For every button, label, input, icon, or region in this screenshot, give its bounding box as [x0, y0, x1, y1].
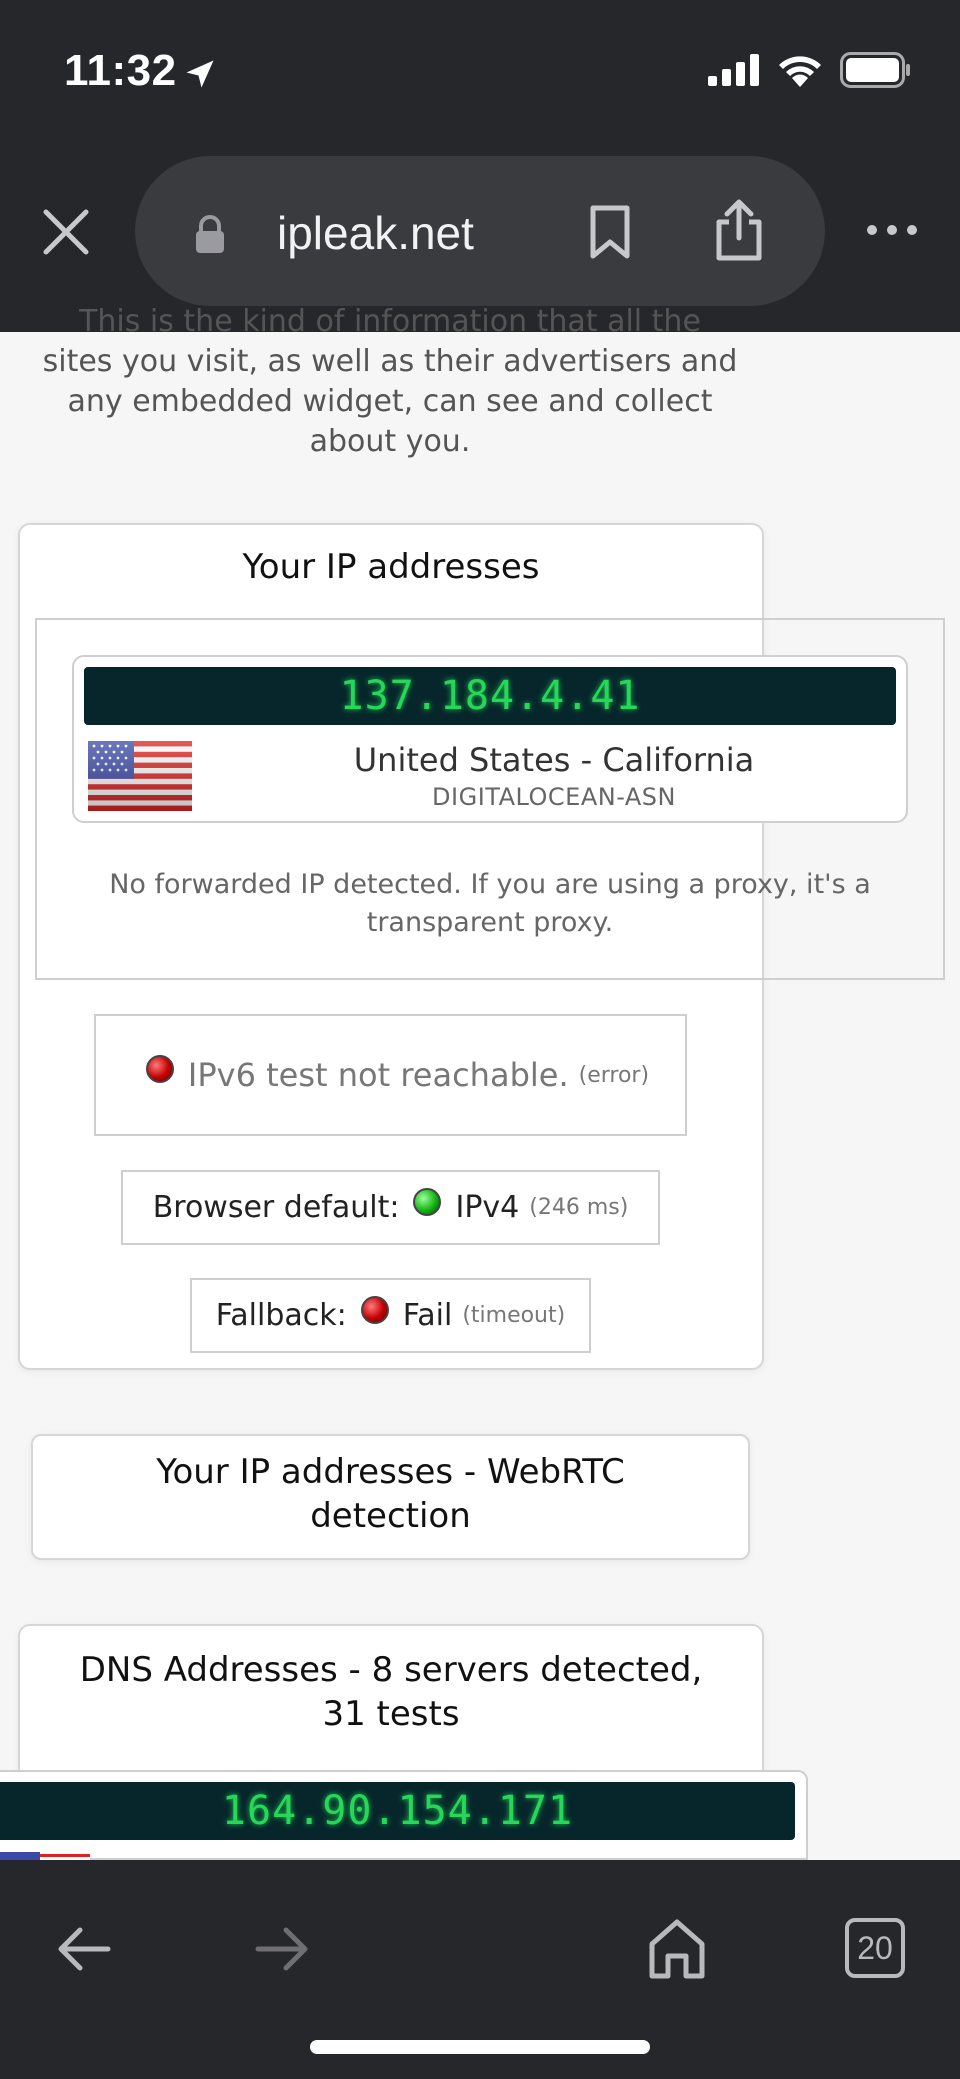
forwarded-ip-note: No forwarded IP detected. If you are usi…	[60, 866, 920, 942]
back-icon[interactable]	[56, 1926, 112, 1972]
browser-default-note: (246 ms)	[529, 1195, 629, 1220]
red-status-dot-icon	[360, 1295, 389, 1324]
ip-panel: 137.184.4.41 United States - California …	[72, 655, 908, 823]
battery-icon	[840, 52, 910, 88]
webrtc-title-line-2: detection	[310, 1496, 471, 1536]
ipv6-test-text: IPv6 test not reachable.	[187, 1056, 569, 1094]
ip-card-title: Your IP addresses	[242, 547, 540, 587]
fallback-value: Fail	[402, 1298, 453, 1333]
share-icon[interactable]	[713, 198, 765, 262]
ipv6-test-box: IPv6 test not reachable. (error)	[94, 1014, 687, 1136]
dns-ip-display[interactable]: 164.90.154.171	[0, 1782, 795, 1840]
browser-top-bar: 11:32 ipleak.net	[0, 0, 960, 332]
browser-default-box: Browser default: IPv4 (246 ms)	[121, 1170, 660, 1245]
ip-address-display[interactable]: 137.184.4.41	[84, 667, 896, 725]
red-status-dot-icon	[145, 1055, 174, 1083]
ip-location: United States - California	[353, 741, 755, 779]
browser-default-label: Browser default:	[152, 1190, 400, 1225]
home-icon[interactable]	[648, 1918, 706, 1980]
status-icons	[708, 52, 912, 88]
browser-default-value: IPv4	[455, 1190, 520, 1225]
intro-line-3: about you.	[309, 424, 471, 459]
home-indicator[interactable]	[310, 2040, 650, 2054]
webrtc-title-line-1: Your IP addresses - WebRTC	[156, 1452, 625, 1492]
intro-line-2: any embedded widget, can see and collect	[67, 384, 713, 419]
dns-title-line-2: 31 tests	[322, 1694, 460, 1734]
more-icon[interactable]	[866, 220, 918, 240]
close-icon[interactable]	[40, 206, 92, 258]
fallback-box: Fallback: Fail (timeout)	[190, 1278, 591, 1353]
dns-card-title: DNS Addresses - 8 servers detected, 31 t…	[20, 1648, 762, 1736]
browser-bottom-bar: 20	[0, 1860, 960, 2079]
status-time: 11:32	[64, 46, 177, 95]
ip-isp: DIGITALOCEAN-ASN	[432, 783, 676, 811]
intro-line-0: This is the kind of information that all…	[79, 304, 701, 339]
webrtc-card[interactable]: Your IP addresses - WebRTC detection	[31, 1434, 750, 1560]
forwarded-line-1: No forwarded IP detected. If you are usi…	[109, 869, 871, 900]
tabs-button[interactable]: 20	[845, 1918, 905, 1978]
url-text: ipleak.net	[277, 207, 474, 259]
lock-icon	[196, 215, 224, 253]
dns-title-line-1: DNS Addresses - 8 servers detected,	[79, 1650, 703, 1690]
green-status-dot-icon	[413, 1187, 442, 1216]
fallback-label: Fallback:	[215, 1298, 347, 1333]
ipv6-test-note: (error)	[578, 1062, 650, 1088]
intro-text: This is the kind of information that all…	[0, 302, 780, 462]
forwarded-line-2: transparent proxy.	[366, 907, 614, 938]
forward-icon[interactable]	[254, 1926, 310, 1972]
url-bar[interactable]: ipleak.net	[135, 156, 825, 306]
wifi-icon	[779, 56, 821, 87]
webrtc-card-title: Your IP addresses - WebRTC detection	[33, 1450, 748, 1538]
dns-ip-panel: 164.90.154.171	[0, 1770, 808, 1862]
signal-icon	[708, 54, 759, 86]
us-flag-icon	[88, 741, 192, 811]
fallback-note: (timeout)	[462, 1303, 566, 1328]
intro-line-1: sites you visit, as well as their advert…	[42, 344, 738, 379]
bookmark-icon[interactable]	[587, 204, 633, 260]
location-arrow-icon	[186, 60, 214, 88]
